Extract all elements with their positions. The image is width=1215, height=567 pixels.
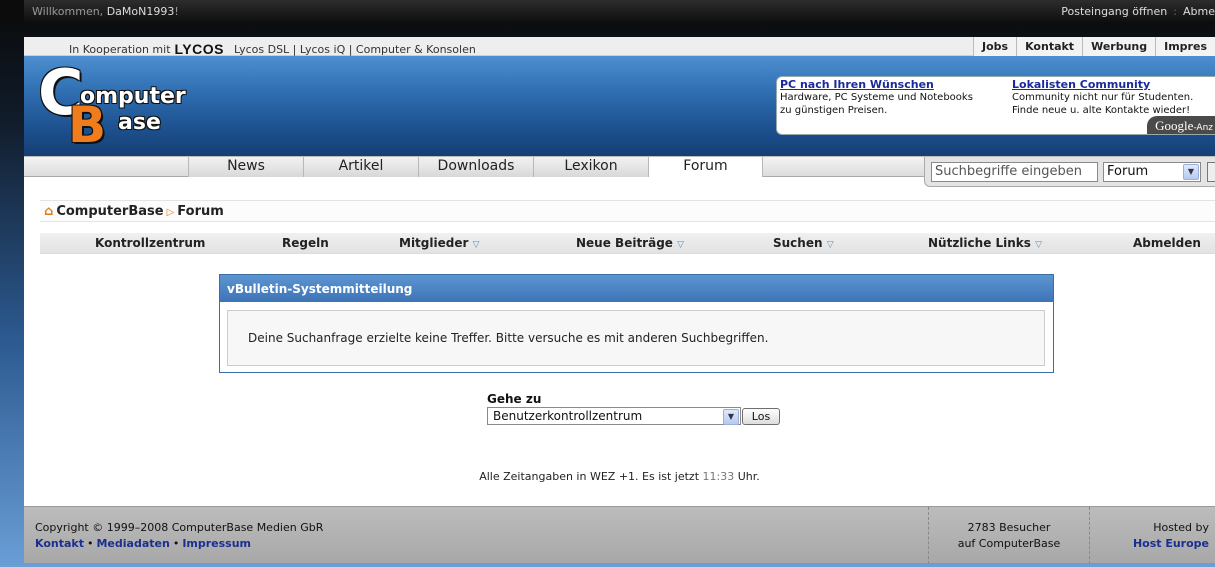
google-ads-badge[interactable]: Google-Anz bbox=[1147, 116, 1215, 134]
coop-prefix: In Kooperation mit bbox=[69, 43, 171, 56]
menu-rules[interactable]: Regeln bbox=[282, 236, 329, 250]
welcome-prefix: Willkommen, bbox=[32, 5, 104, 18]
search-scope-value: Forum bbox=[1107, 164, 1149, 179]
topbar-links: Posteingang öffnen: Abme bbox=[1061, 5, 1215, 18]
chevron-down-icon[interactable]: ▼ bbox=[1183, 164, 1199, 180]
tab-news[interactable]: News bbox=[188, 157, 303, 177]
contact-link[interactable]: Kontakt bbox=[1016, 37, 1083, 56]
tab-articles[interactable]: Artikel bbox=[303, 157, 418, 177]
current-time: 11:33 bbox=[702, 470, 735, 483]
menu-control-panel[interactable]: Kontrollzentrum bbox=[95, 236, 205, 250]
dropdown-arrow-icon: ▽ bbox=[826, 240, 834, 250]
menu-members[interactable]: Mitglieder ▽ bbox=[399, 236, 480, 250]
menu-useful-links[interactable]: Nützliche Links ▽ bbox=[928, 236, 1042, 250]
time-info-suffix: Uhr. bbox=[737, 470, 760, 483]
go-button[interactable]: Los bbox=[742, 408, 780, 425]
logo-word-2: ase bbox=[118, 110, 161, 135]
copyright-text: Copyright © 1999–2008 ComputerBase Medie… bbox=[35, 521, 324, 534]
menu-members-label: Mitglieder bbox=[399, 236, 469, 250]
breadcrumb: ⌂ ComputerBase ▷ Forum bbox=[40, 200, 1215, 222]
forum-jump-value: Benutzerkontrollzentrum bbox=[493, 409, 643, 423]
ad-line: Hardware, PC Systeme und Notebooks bbox=[780, 92, 973, 103]
google-suffix: -Anz bbox=[1193, 123, 1213, 133]
ad-title[interactable]: Lokalisten Community bbox=[1012, 78, 1215, 91]
menu-useful-links-label: Nützliche Links bbox=[928, 236, 1031, 250]
coop-links[interactable]: Lycos DSL | Lycos iQ | Computer & Konsol… bbox=[234, 43, 476, 56]
ad-line: Community nicht nur für Studenten. bbox=[1012, 92, 1194, 103]
site-footer: Copyright © 1999–2008 ComputerBase Medie… bbox=[24, 506, 1215, 564]
search-input[interactable]: Suchbegriffe eingeben bbox=[931, 162, 1098, 182]
system-message-box: vBulletin-Systemmitteilung Deine Suchanf… bbox=[219, 274, 1054, 373]
time-info: Alle Zeitangaben in WEZ +1. Es ist jetzt… bbox=[24, 470, 1215, 483]
ad-item: Lokalisten Community Community nicht nur… bbox=[1012, 78, 1215, 117]
imprint-link[interactable]: Impres bbox=[1155, 37, 1215, 56]
visitor-count: 2783 Besucher auf ComputerBase bbox=[929, 520, 1089, 552]
forum-jump: Gehe zu Benutzerkontrollzentrum ▼ Los bbox=[487, 392, 787, 432]
tab-forum[interactable]: Forum bbox=[648, 157, 763, 177]
chevron-down-icon[interactable]: ▼ bbox=[723, 409, 739, 425]
menu-logout[interactable]: Abmelden bbox=[1133, 236, 1201, 250]
welcome-bar: Willkommen, DaMoN1993! Posteingang öffne… bbox=[0, 0, 1215, 24]
footer-mediadata-link[interactable]: Mediadaten bbox=[96, 537, 169, 550]
forum-jump-select[interactable]: Benutzerkontrollzentrum ▼ bbox=[487, 407, 741, 425]
system-message-text: Deine Suchanfrage erzielte keine Treffer… bbox=[227, 310, 1045, 366]
tab-downloads[interactable]: Downloads bbox=[418, 157, 533, 177]
breadcrumb-current[interactable]: Forum bbox=[177, 204, 224, 219]
ad-item: PC nach Ihren Wünschen Hardware, PC Syst… bbox=[780, 78, 1005, 117]
hosted-label: Hosted by bbox=[1153, 521, 1209, 534]
menu-new-posts-label: Neue Beiträge bbox=[576, 236, 673, 250]
menu-new-posts[interactable]: Neue Beiträge ▽ bbox=[576, 236, 684, 250]
breadcrumb-root[interactable]: ComputerBase bbox=[56, 204, 163, 219]
dropdown-arrow-icon: ▽ bbox=[677, 240, 685, 250]
dropdown-arrow-icon: ▽ bbox=[1035, 240, 1043, 250]
welcome-suffix: ! bbox=[174, 5, 179, 18]
username[interactable]: DaMoN1993 bbox=[107, 5, 175, 18]
dropdown-arrow-icon: ▽ bbox=[472, 240, 480, 250]
coop-text: In Kooperation mit LYCOS Lycos DSL | Lycos… bbox=[69, 40, 476, 57]
inbox-link[interactable]: Posteingang öffnen bbox=[1061, 5, 1167, 18]
meta-links: Jobs Kontakt Werbung Impres bbox=[973, 37, 1215, 56]
home-icon[interactable]: ⌂ bbox=[44, 204, 53, 219]
footer-imprint-link[interactable]: Impressum bbox=[182, 537, 251, 550]
logout-link[interactable]: Abme bbox=[1183, 5, 1215, 18]
cooperation-bar: In Kooperation mit LYCOS Lycos DSL | Lycos… bbox=[24, 37, 1215, 57]
menu-search[interactable]: Suchen ▽ bbox=[773, 236, 834, 250]
topbar-edge bbox=[0, 0, 24, 24]
time-info-prefix: Alle Zeitangaben in WEZ +1. Es ist jetzt bbox=[479, 470, 700, 483]
tab-lexicon[interactable]: Lexikon bbox=[533, 157, 648, 177]
menu-search-label: Suchen bbox=[773, 236, 823, 250]
separator: • bbox=[172, 537, 180, 550]
separator: • bbox=[86, 537, 94, 550]
system-message-title: vBulletin-Systemmitteilung bbox=[220, 275, 1053, 302]
jobs-link[interactable]: Jobs bbox=[973, 37, 1017, 56]
site-header: C omputer B ase PC nach Ihren Wünschen H… bbox=[24, 56, 1215, 156]
google-ads: PC nach Ihren Wünschen Hardware, PC Syst… bbox=[776, 76, 1215, 135]
hosting-info: Hosted by Host Europe bbox=[1090, 520, 1215, 552]
visitor-count-line-1: 2783 Besucher bbox=[967, 521, 1051, 534]
site-search: Suchbegriffe eingeben Forum ▼ bbox=[924, 157, 1215, 187]
ad-line: Finde neue u. alte Kontakte wieder! bbox=[1012, 105, 1191, 116]
breadcrumb-arrow-icon: ▷ bbox=[166, 207, 175, 218]
ad-title[interactable]: PC nach Ihren Wünschen bbox=[780, 78, 1005, 91]
google-brand: Google bbox=[1155, 118, 1194, 133]
visitor-count-line-2: auf ComputerBase bbox=[957, 537, 1061, 550]
footer-copyright-block: Copyright © 1999–2008 ComputerBase Medie… bbox=[35, 520, 323, 552]
footer-contact-link[interactable]: Kontakt bbox=[35, 537, 84, 550]
host-link[interactable]: Host Europe bbox=[1133, 537, 1209, 550]
separator: : bbox=[1173, 5, 1177, 18]
forum-jump-label: Gehe zu bbox=[487, 392, 542, 406]
forum-menubar: Kontrollzentrum Regeln Mitglieder ▽ Neue… bbox=[40, 233, 1215, 254]
ad-line: zu günstigen Preisen. bbox=[780, 105, 888, 116]
search-button[interactable] bbox=[1207, 162, 1215, 182]
logo-b: B bbox=[68, 96, 107, 154]
lycos-logo[interactable]: LYCOS bbox=[175, 41, 224, 57]
advertising-link[interactable]: Werbung bbox=[1082, 37, 1156, 56]
computerbase-logo[interactable]: C omputer B ase bbox=[38, 62, 188, 154]
search-scope-select[interactable]: Forum ▼ bbox=[1103, 162, 1201, 182]
page-container: In Kooperation mit LYCOS Lycos DSL | Lycos… bbox=[24, 37, 1215, 564]
welcome-text: Willkommen, DaMoN1993! bbox=[32, 5, 179, 18]
